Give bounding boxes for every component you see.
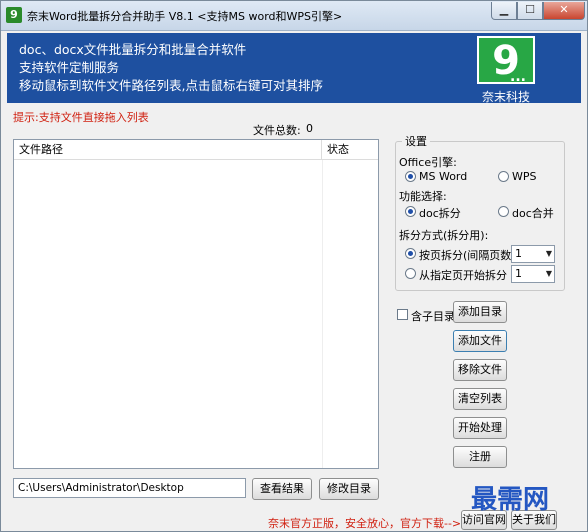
include-subdir-label[interactable]: 含子目录 bbox=[411, 308, 455, 324]
split-by-page-radio[interactable] bbox=[405, 248, 416, 259]
view-result-button[interactable]: 查看结果 bbox=[252, 478, 312, 500]
engine-wps-label[interactable]: WPS bbox=[512, 170, 537, 183]
brand-name: 奈末科技 bbox=[481, 90, 530, 104]
column-divider bbox=[322, 160, 323, 468]
file-count-label: 文件总数: bbox=[253, 124, 301, 137]
register-button[interactable]: 注册 bbox=[453, 446, 507, 468]
page-interval-value: 1 bbox=[515, 247, 522, 260]
column-status[interactable]: 状态 bbox=[322, 140, 378, 160]
app-window: 9 奈末Word批量拆分合并助手 V8.1 <支持MS word和WPS引擎> … bbox=[0, 0, 588, 532]
include-subdir-checkbox[interactable] bbox=[397, 309, 408, 320]
add-dir-button[interactable]: 添加目录 bbox=[453, 301, 507, 323]
title-bar[interactable]: 9 奈末Word批量拆分合并助手 V8.1 <支持MS word和WPS引擎> … bbox=[1, 1, 587, 31]
brand-logo: 9 bbox=[477, 36, 535, 84]
banner-line-3: 移动鼠标到软件文件路径列表,点击鼠标右键可对其排序 bbox=[19, 78, 323, 93]
add-file-button[interactable]: 添加文件 bbox=[453, 330, 507, 352]
minimize-button[interactable]: ▁ bbox=[491, 2, 517, 20]
split-from-page-radio[interactable] bbox=[405, 268, 416, 279]
file-count-value: 0 bbox=[306, 122, 313, 135]
chevron-down-icon: ▼ bbox=[545, 269, 552, 278]
column-file-path[interactable]: 文件路径 bbox=[14, 140, 322, 160]
window-title: 奈末Word批量拆分合并助手 V8.1 <支持MS word和WPS引擎> bbox=[27, 10, 343, 23]
engine-label: Office引擎: bbox=[399, 156, 457, 169]
function-merge-radio[interactable] bbox=[498, 206, 509, 217]
clear-list-button[interactable]: 清空列表 bbox=[453, 388, 507, 410]
remove-file-button[interactable]: 移除文件 bbox=[453, 359, 507, 381]
start-button[interactable]: 开始处理 bbox=[453, 417, 507, 439]
official-download-notice[interactable]: 奈末官方正版，安全放心，官方下载-->> bbox=[268, 515, 470, 531]
engine-wps-radio[interactable] bbox=[498, 171, 509, 182]
function-merge-label[interactable]: doc合并 bbox=[512, 205, 554, 221]
function-label: 功能选择: bbox=[399, 190, 447, 203]
maximize-button[interactable]: ☐ bbox=[517, 2, 543, 20]
logo-dots: ... bbox=[510, 69, 526, 85]
start-page-value: 1 bbox=[515, 267, 522, 280]
change-dir-button[interactable]: 修改目录 bbox=[319, 478, 379, 500]
split-by-page-label[interactable]: 按页拆分(间隔页数) bbox=[419, 247, 516, 263]
function-split-radio[interactable] bbox=[405, 206, 416, 217]
drag-hint: 提示:支持文件直接拖入列表 bbox=[13, 111, 149, 124]
split-from-page-label[interactable]: 从指定页开始拆分 bbox=[419, 267, 507, 283]
banner-line-2: 支持软件定制服务 bbox=[19, 60, 120, 75]
app-icon: 9 bbox=[6, 7, 22, 23]
split-mode-label: 拆分方式(拆分用): bbox=[399, 229, 489, 242]
watermark: 最需网 bbox=[471, 485, 550, 515]
banner-line-1: doc、docx文件批量拆分和批量合并软件 bbox=[19, 42, 247, 57]
file-list[interactable]: 文件路径 状态 bbox=[13, 139, 379, 469]
banner: doc、docx文件批量拆分和批量合并软件 支持软件定制服务 移动鼠标到软件文件… bbox=[7, 33, 581, 104]
engine-msword-label[interactable]: MS Word bbox=[419, 170, 467, 183]
close-button[interactable]: ✕ bbox=[543, 2, 585, 20]
function-split-label[interactable]: doc拆分 bbox=[419, 205, 461, 221]
page-interval-select[interactable]: 1 ▼ bbox=[511, 245, 555, 263]
output-path-input[interactable]: C:\Users\Administrator\Desktop bbox=[13, 478, 246, 498]
engine-msword-radio[interactable] bbox=[405, 171, 416, 182]
start-page-select[interactable]: 1 ▼ bbox=[511, 265, 555, 283]
chevron-down-icon: ▼ bbox=[545, 249, 552, 258]
settings-title: 设置 bbox=[402, 133, 430, 149]
